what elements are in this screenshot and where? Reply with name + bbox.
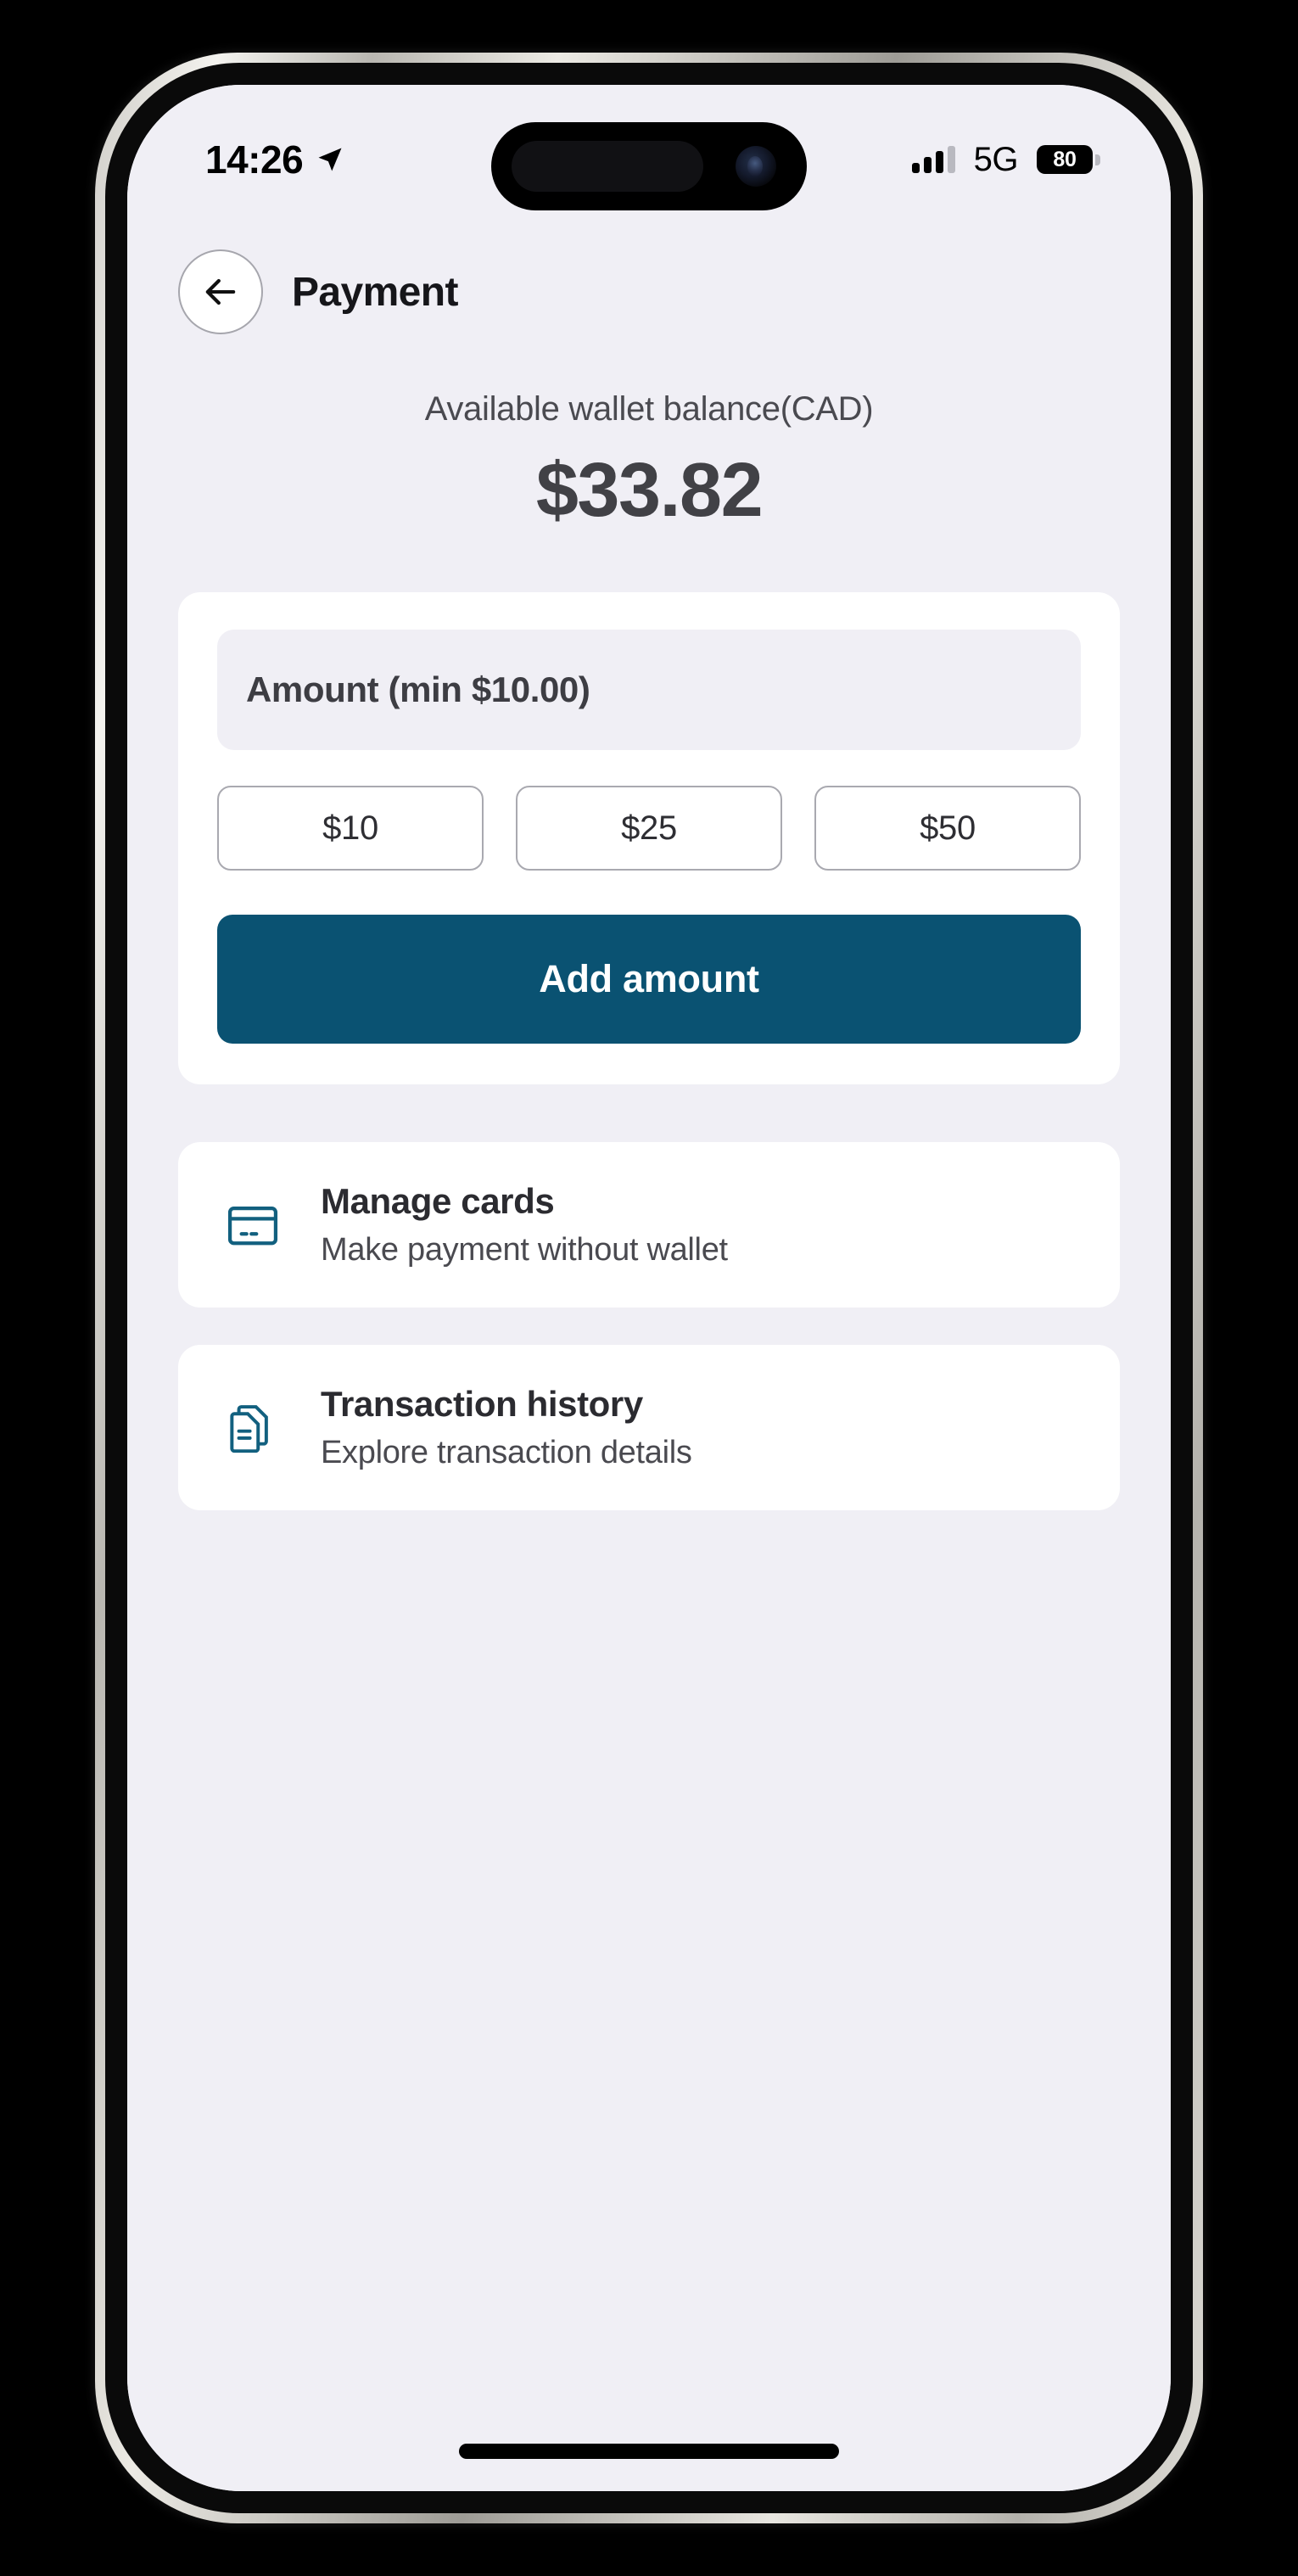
status-bar-left: 14:26	[205, 137, 345, 182]
cellular-signal-icon	[911, 146, 955, 173]
phone-bezel: 14:26 5G 80 Payment Available wallet bal…	[105, 63, 1193, 2513]
credit-card-icon	[221, 1193, 285, 1257]
quick-amount-25[interactable]: $25	[516, 786, 782, 871]
amount-input[interactable]	[217, 630, 1081, 750]
battery-level-label: 80	[1053, 147, 1077, 171]
quick-amount-row: $10 $25 $50	[217, 786, 1081, 871]
wallet-balance-amount: $33.82	[535, 448, 764, 533]
menu-item-title: Transaction history	[321, 1384, 643, 1424]
page-title: Payment	[292, 269, 458, 315]
network-type-label: 5G	[973, 140, 1019, 178]
menu-item-title: Manage cards	[321, 1181, 555, 1221]
menu-item-manage-cards[interactable]: Manage cards Make payment without wallet	[178, 1142, 1120, 1308]
menu-item-text: Transaction history Explore transaction …	[321, 1384, 692, 1471]
screenshot-stage: 14:26 5G 80 Payment Available wallet bal…	[0, 0, 1298, 2576]
app-header: Payment	[127, 212, 1171, 334]
status-time: 14:26	[205, 137, 304, 182]
status-bar-right: 5G 80	[911, 140, 1100, 179]
quick-amount-10[interactable]: $10	[217, 786, 484, 871]
island-pill	[512, 141, 703, 192]
phone-frame: 14:26 5G 80 Payment Available wallet bal…	[95, 53, 1203, 2523]
add-amount-button[interactable]: Add amount	[217, 915, 1081, 1044]
menu-item-subtitle: Explore transaction details	[321, 1435, 692, 1470]
battery-icon: 80	[1037, 145, 1100, 174]
back-button[interactable]	[178, 249, 263, 334]
location-arrow-icon	[318, 148, 342, 171]
arrow-left-icon	[205, 278, 236, 305]
menu-item-transaction-history[interactable]: Transaction history Explore transaction …	[178, 1345, 1120, 1510]
quick-amount-50[interactable]: $50	[814, 786, 1081, 871]
front-camera-icon	[736, 146, 776, 187]
dynamic-island	[491, 122, 807, 210]
documents-icon	[221, 1396, 285, 1460]
home-indicator[interactable]	[459, 2444, 839, 2459]
phone-screen: 14:26 5G 80 Payment Available wallet bal…	[127, 85, 1171, 2491]
wallet-balance-block: Available wallet balance(CAD) $33.82	[127, 334, 1171, 535]
add-amount-card: $10 $25 $50 Add amount	[178, 592, 1120, 1084]
menu-item-subtitle: Make payment without wallet	[321, 1232, 728, 1268]
menu-item-text: Manage cards Make payment without wallet	[321, 1181, 728, 1268]
payment-screen: Payment Available wallet balance(CAD) $3…	[127, 85, 1171, 2491]
wallet-balance-label: Available wallet balance(CAD)	[424, 390, 874, 428]
